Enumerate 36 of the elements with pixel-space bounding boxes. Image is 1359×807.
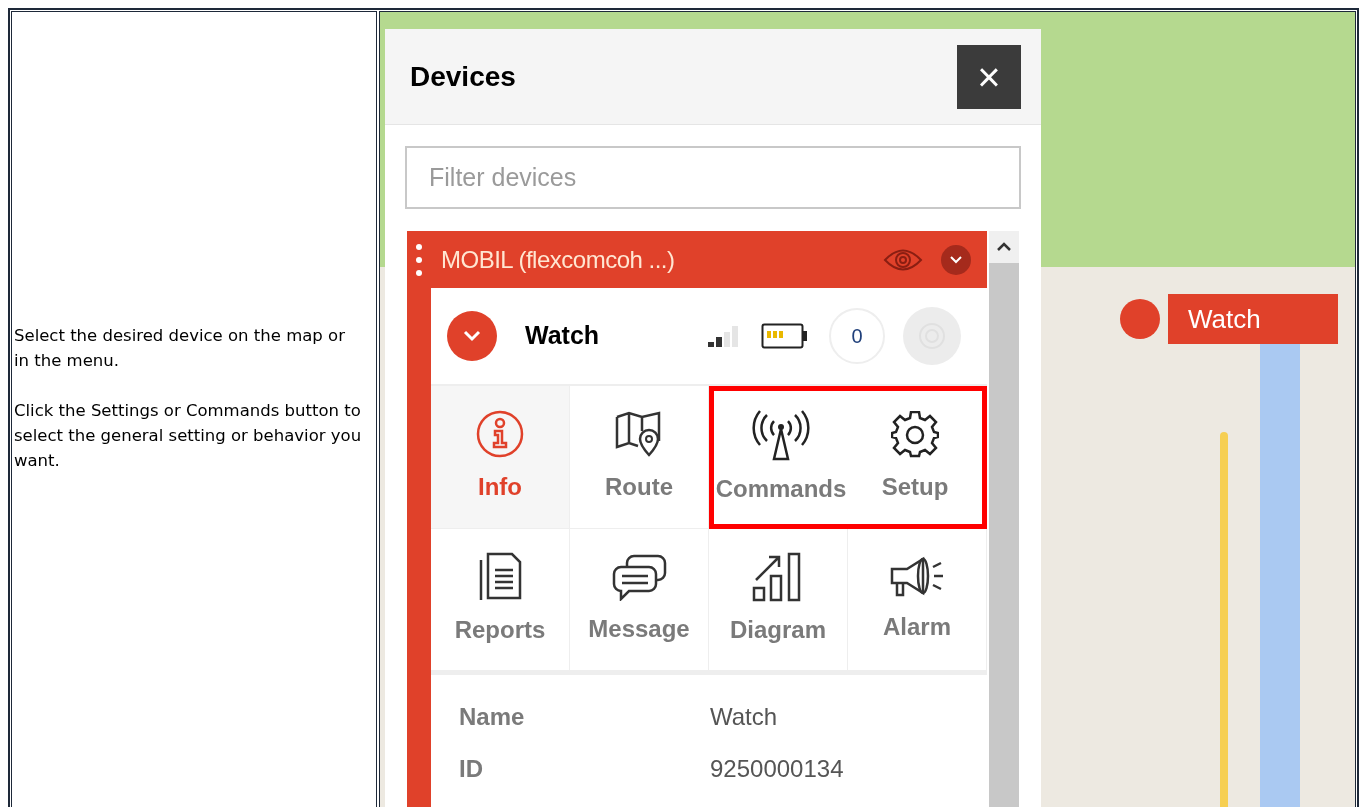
message-count: 0 [829,308,885,364]
menu-tile[interactable]: Commands [709,386,848,529]
detail-label: Name [459,703,526,731]
instruction-text: Select the desired device on the map or in the menu. [14,325,346,372]
filter-field[interactable]: Filter devices [405,146,1021,209]
menu-tile[interactable]: Diagram [709,529,848,671]
chevron-icon [950,255,962,264]
detail-value: 9250000134 [710,755,844,783]
panel-title: Devices [410,59,516,94]
battery-icon [761,323,809,349]
antenna-icon [752,408,810,461]
drag-handle-icon[interactable] [415,242,423,277]
group-name: MOBIL (flexcomcoh ...) [441,244,676,275]
group-toggle[interactable] [941,244,971,275]
close-button[interactable]: × [957,44,1021,109]
chevron-icon [463,330,481,342]
device-name: Watch [525,320,601,352]
menu-tile[interactable]: Message [570,529,709,671]
menu-tile[interactable]: Setup [848,386,987,529]
document-icon [478,551,522,602]
instruction-text: Click the Settings or Commands button to select the general setting or behavior you want. [14,400,362,472]
scroll-up-icon[interactable] [997,242,1011,252]
device-group-header[interactable]: MOBIL (flexcomcoh ...) [407,231,987,288]
menu-tile[interactable]: Route [570,386,709,529]
settings-icon [891,410,939,459]
menu-tile[interactable]: Reports [431,529,570,671]
detail-value: Watch [710,703,778,731]
chat-bubbles-icon [611,552,667,601]
marker-label: Watch [1168,294,1338,344]
device-toggle[interactable] [447,311,497,361]
scrollbar[interactable] [989,231,1019,807]
info-icon [475,409,525,459]
menu-tile[interactable]: Info [431,386,570,529]
menu-tile[interactable]: Alarm [848,529,987,671]
detail-label: ID [459,755,484,783]
megaphone-icon [889,554,945,599]
